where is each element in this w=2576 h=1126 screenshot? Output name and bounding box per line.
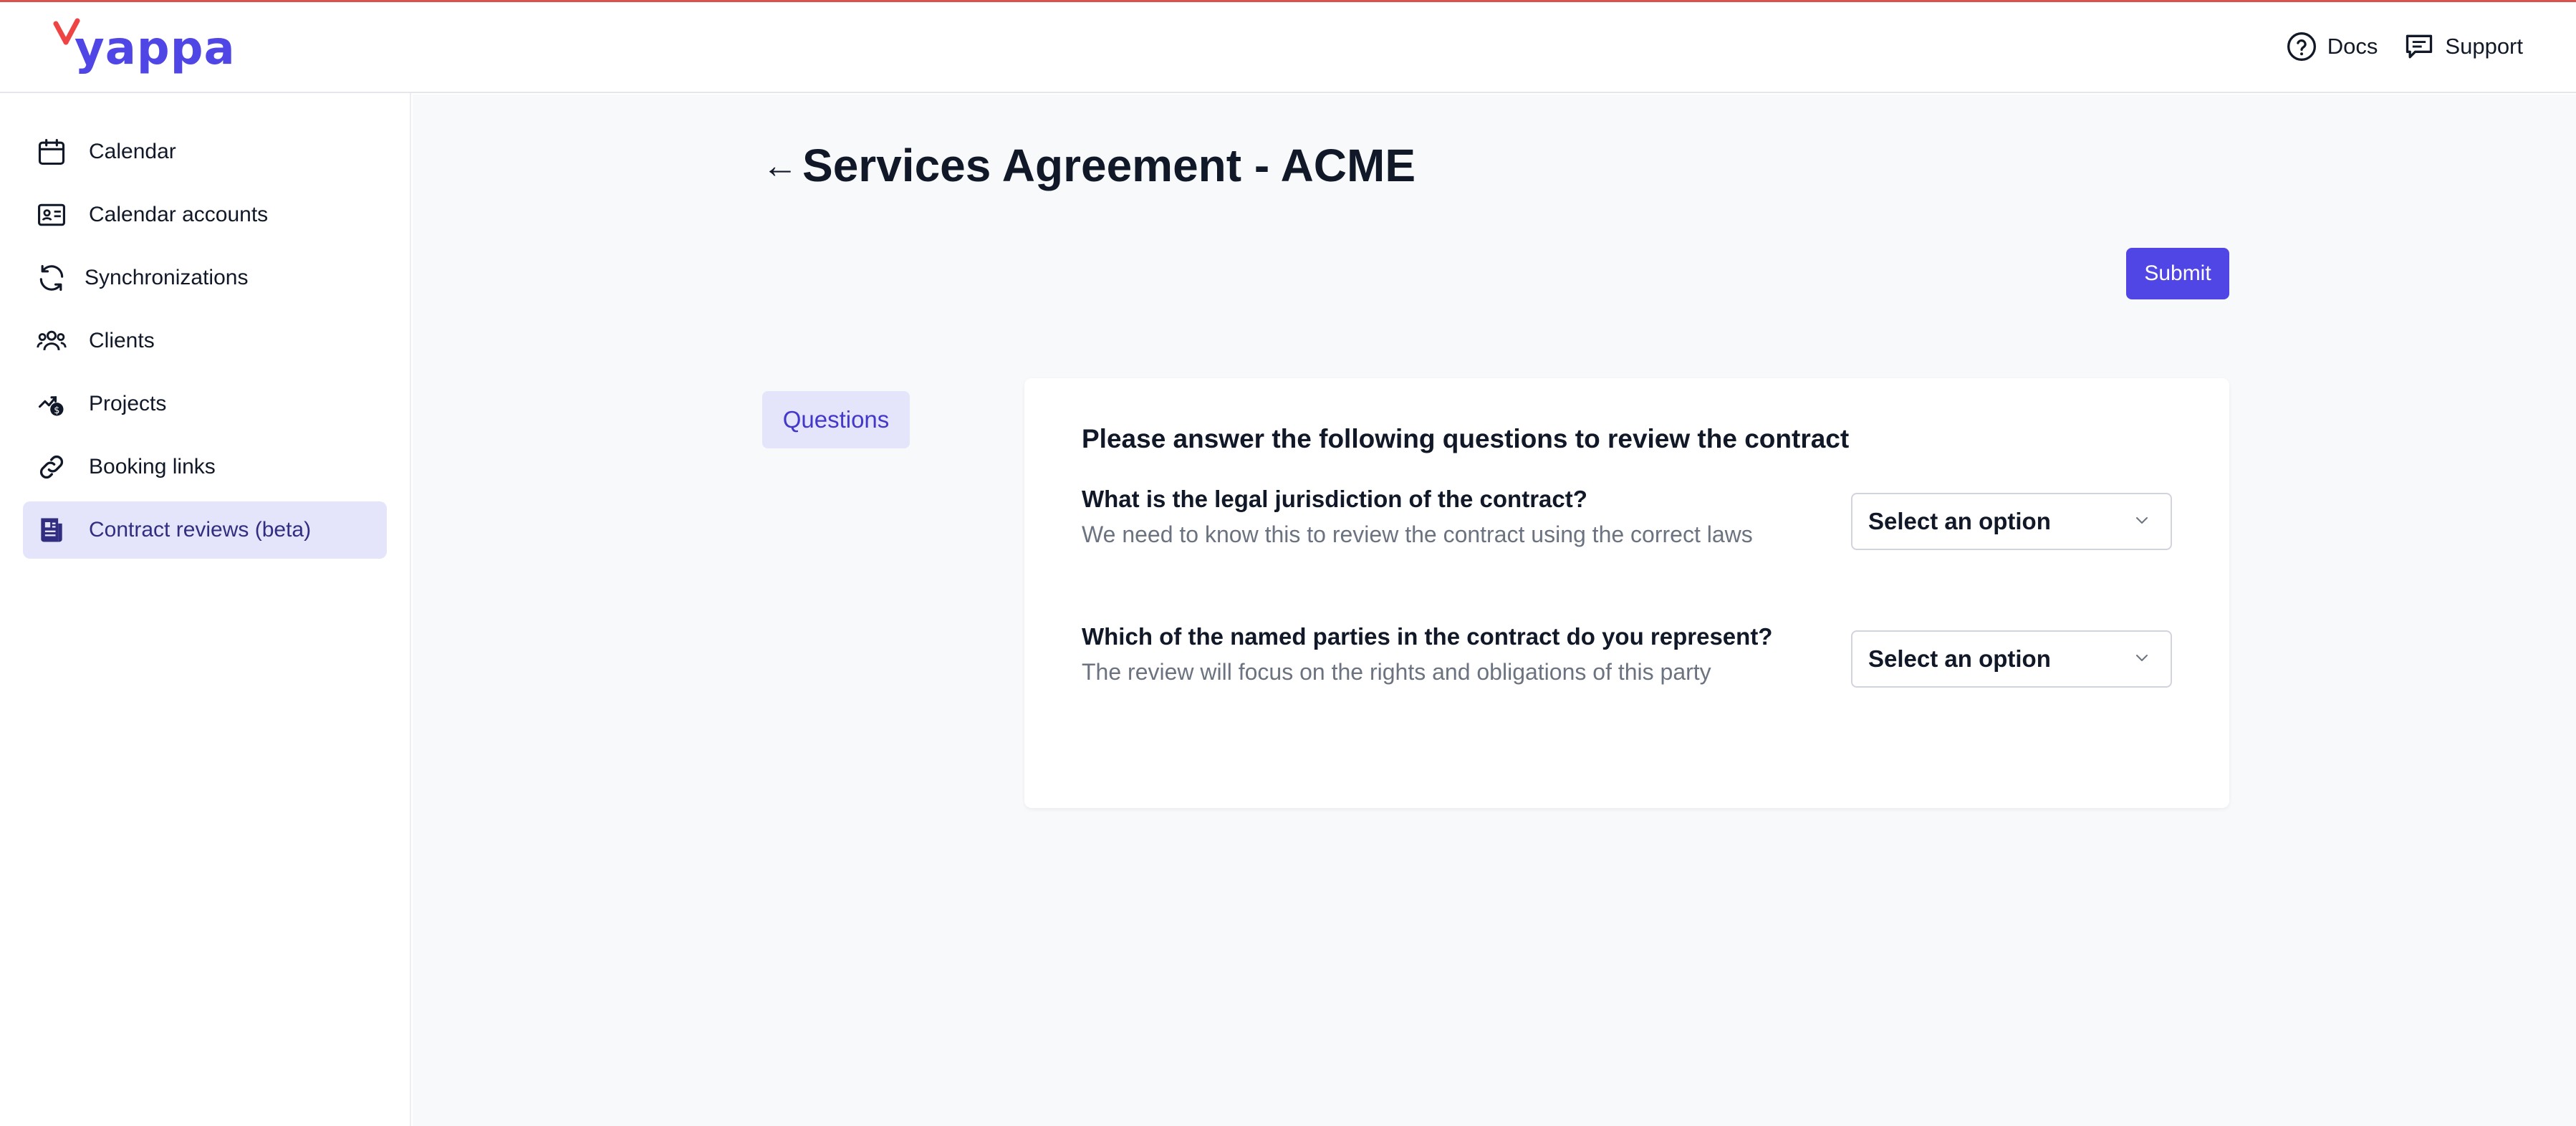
projects-icon: $ <box>38 396 64 416</box>
logo-text: yappa <box>75 22 236 75</box>
sidebar-item-label: Projects <box>89 392 167 415</box>
questions-card: Please answer the following questions to… <box>1024 378 2229 808</box>
select-value: Select an option <box>1868 645 2051 672</box>
top-bar: yappa Docs Support <box>0 0 2576 93</box>
jurisdiction-select[interactable]: Select an option <box>1851 493 2172 550</box>
header-links: Docs Support <box>2286 31 2523 62</box>
sidebar-item-label: Synchronizations <box>85 266 249 289</box>
docs-link-label: Docs <box>2327 34 2378 59</box>
question-represented-party: Which of the named parties in the contra… <box>1082 623 1772 685</box>
question-label: What is the legal jurisdiction of the co… <box>1082 486 1587 512</box>
users-icon <box>37 330 67 350</box>
yappa-logo[interactable]: yappa <box>53 18 243 80</box>
sidebar-item-calendar-accounts[interactable]: Calendar accounts <box>23 186 387 244</box>
sidebar-item-booking-links[interactable]: Booking links <box>23 438 387 496</box>
sidebar-item-label: Clients <box>89 329 155 352</box>
sidebar-item-contract-reviews[interactable]: Contract reviews (beta) <box>23 501 387 559</box>
svg-text:$: $ <box>54 405 59 416</box>
sidebar-item-clients[interactable]: Clients <box>23 312 387 370</box>
submit-button[interactable]: Submit <box>2126 248 2229 299</box>
page-title: Services Agreement - ACME <box>802 140 1416 191</box>
question-help-text: The review will focus on the rights and … <box>1082 659 1711 685</box>
sidebar-item-label: Booking links <box>89 455 216 478</box>
question-circle-icon <box>2287 32 2316 61</box>
docs-link[interactable]: Docs <box>2286 31 2378 62</box>
chat-icon <box>2406 34 2433 59</box>
main-content: ← Services Agreement - ACME Submit Quest… <box>413 95 2576 1126</box>
sidebar-item-label: Calendar accounts <box>89 203 269 226</box>
link-icon <box>39 455 64 479</box>
id-card-icon <box>38 203 65 226</box>
calendar-icon <box>38 138 65 165</box>
chevron-down-icon <box>2136 517 2148 524</box>
question-jurisdiction: What is the legal jurisdiction of the co… <box>1082 486 1753 548</box>
represented-party-select[interactable]: Select an option <box>1851 630 2172 688</box>
sidebar-item-synchronizations[interactable]: Synchronizations <box>23 249 387 307</box>
page-header: ← Services Agreement - ACME <box>762 139 1416 192</box>
question-help-text: We need to know this to review the contr… <box>1082 521 1753 547</box>
document-icon <box>41 518 62 542</box>
sync-icon <box>39 264 64 292</box>
support-link-label: Support <box>2445 34 2523 59</box>
question-label: Which of the named parties in the contra… <box>1082 623 1773 650</box>
sidebar-item-projects[interactable]: $ Projects <box>23 375 387 433</box>
support-link[interactable]: Support <box>2403 31 2523 62</box>
sidebar: Calendar Calendar accounts Synchronizati… <box>0 93 411 1126</box>
sidebar-item-label: Contract reviews (beta) <box>89 518 312 542</box>
tab-questions[interactable]: Questions <box>762 391 910 448</box>
sidebar-item-label: Calendar <box>89 140 176 163</box>
chevron-down-icon <box>2136 655 2148 661</box>
form-heading: Please answer the following questions to… <box>1082 424 1850 453</box>
sidebar-item-calendar[interactable]: Calendar <box>23 123 387 181</box>
back-arrow-icon[interactable]: ← <box>762 145 798 186</box>
select-value: Select an option <box>1868 508 2051 534</box>
